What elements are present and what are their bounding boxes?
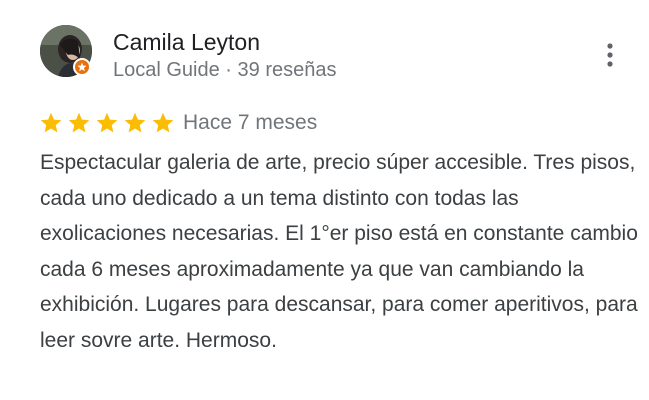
star-icon [124,112,146,133]
local-guide-badge-icon [73,58,91,76]
star-icon [68,112,90,133]
star-icon [96,112,118,133]
star-icon [40,112,62,133]
review-card: Camila Leyton Local Guide · 39 reseñas H… [0,0,649,400]
reviewer-meta[interactable]: Local Guide · 39 reseñas [113,56,336,84]
more-vert-icon [607,43,613,67]
star-rating [39,111,175,135]
star-icon [152,112,174,133]
more-options-button[interactable] [596,38,624,72]
reviewer-name[interactable]: Camila Leyton [113,28,260,56]
review-text: Espectacular galeria de arte, precio súp… [40,151,638,352]
review-date: Hace 7 meses [183,111,318,134]
